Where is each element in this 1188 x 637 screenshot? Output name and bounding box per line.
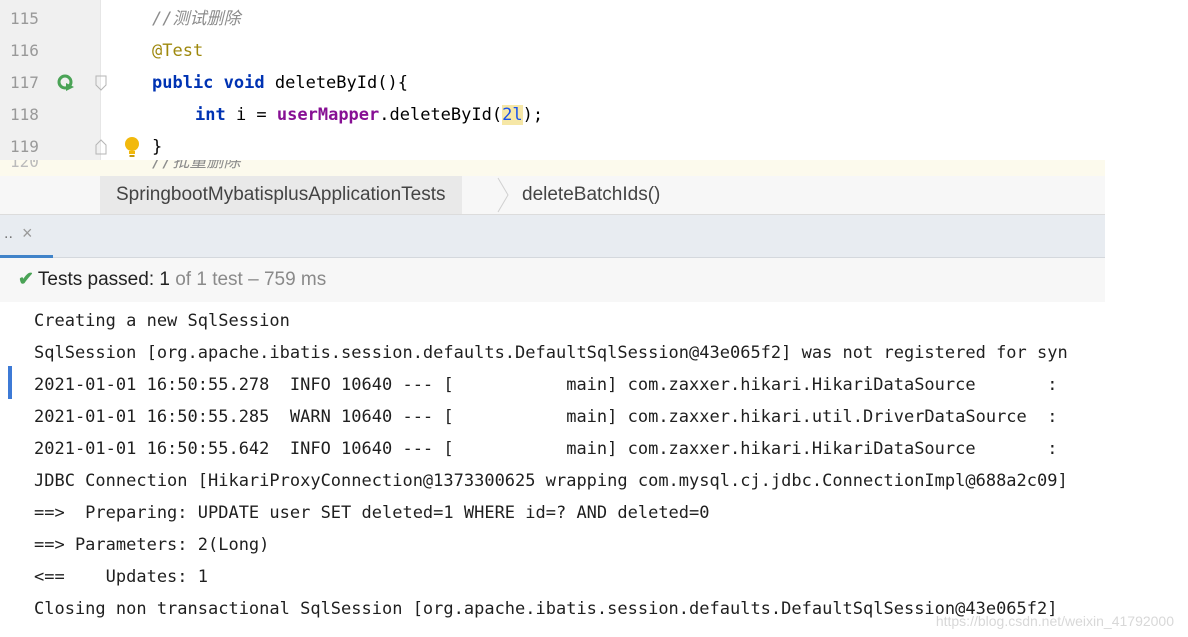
run-test-icon[interactable] <box>55 67 77 99</box>
argument-literal: 2l <box>502 105 523 125</box>
status-prefix: Tests passed: <box>37 269 160 290</box>
lightbulb-icon[interactable] <box>122 131 142 163</box>
statement-end: ); <box>522 105 544 125</box>
method-declaration: public void deleteById(){ <box>152 67 408 99</box>
variable-assign: i = <box>225 105 277 125</box>
check-icon: ✔ <box>18 269 34 290</box>
code-line-116[interactable]: 116 @Test <box>0 35 1105 67</box>
status-suffix: of 1 test – 759 ms <box>169 269 327 290</box>
console-line: 2021-01-01 16:50:55.642 INFO 10640 --- [… <box>34 439 1058 459</box>
console-line: ==> Parameters: 2(Long) <box>34 535 270 555</box>
console-line-marker <box>8 366 12 399</box>
line-number: 120 <box>10 160 39 171</box>
run-tab-label: .. <box>4 225 13 242</box>
line-number: 117 <box>10 73 39 92</box>
test-annotation: @Test <box>152 41 204 61</box>
keyword-int: int <box>195 105 226 125</box>
field-user-mapper: userMapper <box>276 105 380 125</box>
method-name: deleteById(){ <box>274 73 408 93</box>
chevron-right-icon <box>496 176 512 214</box>
fold-end-icon[interactable] <box>94 131 108 163</box>
console-line: <== Updates: 1 <box>34 567 208 587</box>
test-status: ✔ Tests passed: 1 of 1 test – 759 ms <box>18 258 326 302</box>
keyword-public: public <box>152 73 214 93</box>
breadcrumb-class[interactable]: SpringbootMybatisplusApplicationTests <box>100 176 462 214</box>
method-call: .deleteById( <box>379 105 503 125</box>
console-line: ==> Preparing: UPDATE user SET deleted=1… <box>34 503 710 523</box>
code-comment: //批量删除 <box>152 160 241 172</box>
run-tool-tabbar: .. × <box>0 215 1105 258</box>
line-number: 119 <box>10 137 39 156</box>
code-line-119[interactable]: 119 } <box>0 131 1105 163</box>
closing-brace: } <box>152 137 163 157</box>
fold-icon[interactable] <box>94 67 108 99</box>
code-line-115[interactable]: 115 //测试删除 <box>0 3 1105 35</box>
code-comment: //测试删除 <box>152 9 241 29</box>
console-line: SqlSession [org.apache.ibatis.session.de… <box>34 343 1068 363</box>
code-line-117[interactable]: 117 public void deleteById(){ <box>0 67 1105 99</box>
breadcrumb-method[interactable]: deleteBatchIds() <box>522 176 660 214</box>
statement: int i = userMapper.deleteById(2l); <box>195 99 543 131</box>
console-line: Creating a new SqlSession <box>34 311 290 331</box>
close-icon[interactable]: × <box>22 223 33 244</box>
code-line-120-partial[interactable]: 120 //批量删除 <box>0 160 1105 176</box>
run-tab[interactable]: .. × <box>0 215 53 258</box>
status-passed-count: 1 <box>159 269 170 290</box>
console-line: 2021-01-01 16:50:55.278 INFO 10640 --- [… <box>34 375 1058 395</box>
code-editor[interactable]: 115 //测试删除 116 @Test 117 public void del… <box>0 0 1105 176</box>
console-line: Closing non transactional SqlSession [or… <box>34 599 1058 619</box>
console-output[interactable]: Creating a new SqlSession SqlSession [or… <box>0 303 1105 637</box>
test-status-bar: ✔ Tests passed: 1 of 1 test – 759 ms <box>0 258 1105 302</box>
console-gutter <box>0 303 12 637</box>
console-line: JDBC Connection [HikariProxyConnection@1… <box>34 471 1068 491</box>
keyword-void: void <box>223 73 265 93</box>
code-line-118[interactable]: 118 int i = userMapper.deleteById(2l); <box>0 99 1105 131</box>
line-number: 116 <box>10 41 39 60</box>
watermark: https://blog.csdn.net/weixin_41792000 <box>935 613 1174 629</box>
console-line: 2021-01-01 16:50:55.285 WARN 10640 --- [… <box>34 407 1058 427</box>
line-number: 115 <box>10 9 39 28</box>
line-number: 118 <box>10 105 39 124</box>
breadcrumb: SpringbootMybatisplusApplicationTests de… <box>0 176 1105 215</box>
